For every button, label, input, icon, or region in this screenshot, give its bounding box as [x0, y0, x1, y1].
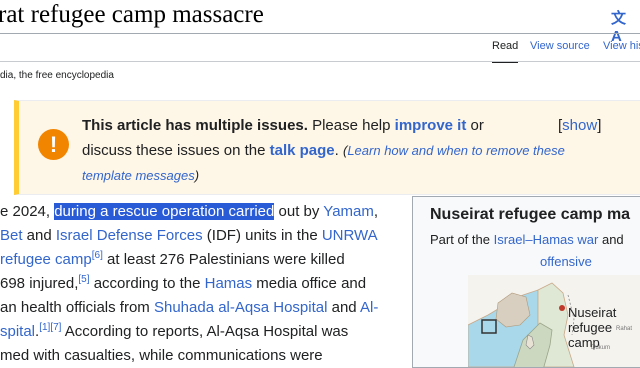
infobox-title: Nuseirat refugee camp ma: [430, 206, 631, 223]
idf-link[interactable]: Israel Defense Forces: [56, 227, 203, 244]
map-label: Nuseirat refugee camp: [568, 305, 617, 350]
israel-hamas-war-link[interactable]: Israel–Hamas war: [494, 232, 599, 247]
tab-view-source[interactable]: View source: [530, 40, 590, 52]
notice-heading: This article has multiple issues.: [82, 117, 308, 134]
show-toggle: [show]: [558, 117, 602, 134]
learn-how-link[interactable]: Learn how and when to remove these: [347, 143, 565, 158]
al-aqsa-link-cont[interactable]: spital: [0, 323, 35, 340]
location-marker: [559, 305, 565, 311]
al-aqsa-link[interactable]: Al-: [360, 299, 378, 316]
show-link[interactable]: show: [562, 117, 597, 134]
tabs-divider: [0, 61, 640, 62]
article-paragraph: e 2024, during a rescue operation carrie…: [0, 203, 379, 364]
learn-how-link-cont[interactable]: template messages: [82, 168, 195, 183]
tab-read[interactable]: Read: [492, 40, 518, 52]
infobox: Nuseirat refugee camp ma Part of the Isr…: [412, 196, 640, 368]
exclamation-icon: !: [38, 129, 69, 160]
language-button[interactable]: 文A: [611, 7, 633, 45]
unrwa-link[interactable]: UNRWA: [322, 227, 378, 244]
ref-5[interactable]: [5]: [78, 274, 89, 285]
site-tagline: dia, the free encyclopedia: [0, 70, 114, 81]
bet-link[interactable]: Bet: [0, 227, 23, 244]
offensive-link[interactable]: offensive: [540, 254, 592, 269]
ref-7[interactable]: [7]: [50, 322, 61, 333]
title-divider: [0, 33, 640, 34]
shuhada-hospital-link[interactable]: Shuhada al-Aqsa Hospital: [154, 299, 327, 316]
multiple-issues-notice: ! This article has multiple issues. Plea…: [14, 100, 640, 195]
ref-6[interactable]: [6]: [92, 250, 103, 261]
map-label-dukum: Dukum: [591, 345, 611, 351]
hamas-link[interactable]: Hamas: [205, 275, 253, 292]
talk-page-link[interactable]: talk page: [270, 142, 335, 159]
refugee-camp-link[interactable]: refugee camp: [0, 251, 92, 268]
selected-text: during a rescue operation carried: [54, 203, 275, 220]
notice-text: This article has multiple issues. Please…: [82, 117, 565, 183]
improve-it-link[interactable]: improve it: [395, 117, 467, 134]
ref-1[interactable]: [1]: [39, 322, 50, 333]
tab-view-history[interactable]: View his: [603, 40, 640, 52]
map-label-rahat: Rahat: [616, 326, 633, 332]
infobox-subtitle: Part of the Israel–Hamas war and: [430, 232, 624, 247]
page-title: rat refugee camp massacre: [0, 1, 264, 28]
yamam-link[interactable]: Yamam: [323, 203, 374, 220]
